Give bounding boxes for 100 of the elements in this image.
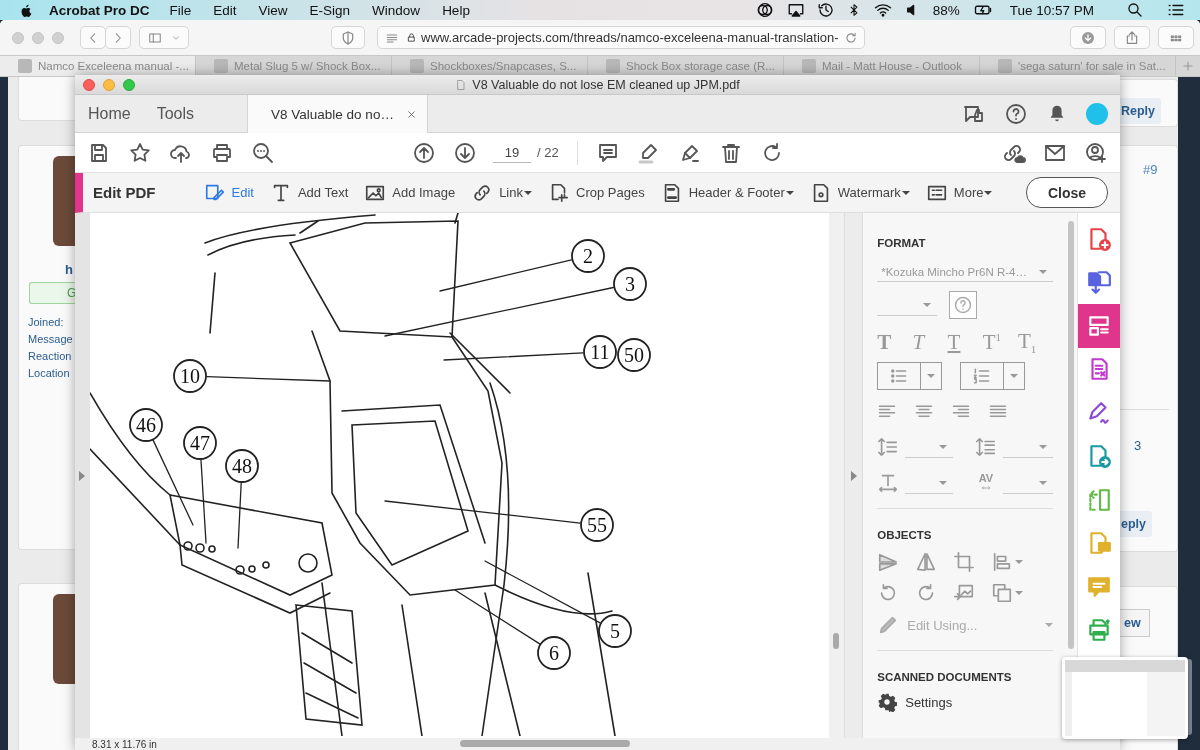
character-spacing-label: AV bbox=[978, 473, 994, 484]
address-bar[interactable]: www.arcade-projects.com/threads/namco-exceleena-manual-translation- bbox=[377, 26, 865, 49]
download-button[interactable] bbox=[1070, 26, 1106, 49]
flip-vertical-icon[interactable] bbox=[877, 551, 900, 574]
reply-button[interactable]: eply bbox=[1120, 511, 1152, 537]
caret-icon bbox=[1039, 270, 1048, 274]
close-tab-icon[interactable] bbox=[405, 108, 417, 120]
menu-clock[interactable]: Tue 10:57 PM bbox=[1009, 2, 1094, 18]
arrange-icon[interactable] bbox=[991, 582, 1014, 605]
edit-tool-button[interactable]: Edit bbox=[203, 181, 254, 204]
gear-icon bbox=[877, 692, 898, 713]
reply-button[interactable]: Reply bbox=[1120, 98, 1162, 124]
expand-icon[interactable] bbox=[79, 470, 86, 481]
scrollbar-thumb[interactable] bbox=[460, 740, 630, 747]
edit-tool-button[interactable]: Add Image bbox=[364, 181, 456, 204]
document-icon bbox=[455, 78, 468, 92]
sidebar-button[interactable] bbox=[139, 26, 189, 49]
paragraph-spacing-icon bbox=[974, 436, 997, 459]
edit-tool-button[interactable]: Watermark bbox=[809, 181, 910, 204]
edit-tool-button[interactable]: Crop Pages bbox=[548, 181, 645, 204]
post-button[interactable]: ew bbox=[1120, 609, 1150, 637]
menu-item[interactable]: Window bbox=[372, 2, 421, 18]
favicon-icon bbox=[18, 59, 32, 73]
page-number-field[interactable]: 19 bbox=[493, 142, 531, 163]
scrollbar-thumb[interactable] bbox=[1068, 221, 1075, 649]
menu-item[interactable]: View bbox=[258, 2, 288, 18]
part-number-callout: 3 bbox=[613, 267, 647, 301]
post-number-link[interactable]: #9 bbox=[1143, 162, 1177, 177]
star-icon[interactable] bbox=[128, 140, 152, 165]
help-icon bbox=[953, 295, 974, 315]
profile-stat-label: Location bbox=[28, 366, 71, 381]
menu-item[interactable]: Edit bbox=[213, 2, 237, 18]
favicon-icon bbox=[214, 59, 228, 73]
close-button[interactable]: Close bbox=[1025, 177, 1108, 208]
screenshot-thumbnail[interactable] bbox=[1062, 657, 1188, 739]
scrollbar-thumb[interactable] bbox=[833, 633, 840, 649]
part-number-callout: 2 bbox=[571, 239, 605, 273]
help-button[interactable] bbox=[949, 291, 978, 319]
clock-icon[interactable] bbox=[816, 1, 835, 19]
menu-item[interactable]: Help bbox=[442, 2, 470, 18]
window-control-button[interactable] bbox=[52, 31, 64, 44]
collapse-icon[interactable] bbox=[850, 470, 857, 481]
share-icon bbox=[1124, 29, 1140, 46]
arrow-up-circle-icon[interactable] bbox=[412, 140, 436, 165]
zoom-window-button[interactable] bbox=[123, 78, 135, 91]
add-user-icon[interactable] bbox=[1084, 140, 1108, 165]
airplay-icon[interactable] bbox=[786, 1, 805, 19]
edit-tool-button[interactable]: Add Text bbox=[269, 181, 349, 204]
favicon-icon bbox=[802, 59, 816, 73]
menu-item[interactable]: E-Sign bbox=[309, 2, 351, 18]
tool-strip-button[interactable] bbox=[1078, 304, 1120, 348]
profile-stat-label: Message bbox=[28, 332, 74, 347]
text-fragment: 3 bbox=[1134, 438, 1143, 453]
wifi-icon[interactable] bbox=[872, 1, 893, 19]
shield-icon bbox=[340, 29, 356, 46]
caret-icon bbox=[1010, 374, 1019, 379]
lock-icon bbox=[406, 32, 417, 43]
page-count: / 22 bbox=[537, 145, 559, 160]
shield-button[interactable] bbox=[331, 26, 365, 49]
reload-icon bbox=[844, 30, 858, 45]
app-tab[interactable]: Tools bbox=[143, 95, 208, 132]
section-heading: OBJECTS bbox=[877, 529, 933, 542]
menu-item[interactable]: File bbox=[169, 2, 192, 18]
numbered-list-button[interactable] bbox=[960, 362, 1026, 391]
caret-icon bbox=[923, 302, 932, 307]
forward-button[interactable] bbox=[105, 26, 131, 49]
bullet-list-button[interactable] bbox=[877, 362, 943, 391]
part-number-callout: 55 bbox=[580, 508, 614, 542]
account-avatar[interactable] bbox=[1086, 102, 1108, 125]
app-tab[interactable]: V8 Valuable do no… bbox=[247, 95, 428, 133]
share-button[interactable] bbox=[1114, 26, 1150, 49]
settings-button[interactable]: Settings bbox=[877, 692, 1054, 713]
caret-icon bbox=[1039, 480, 1048, 485]
caret-icon bbox=[939, 444, 948, 449]
caret-icon bbox=[1045, 623, 1054, 628]
window-control-button[interactable] bbox=[12, 31, 24, 44]
minimize-window-button[interactable] bbox=[103, 78, 115, 91]
profile-stat-label: Reaction bbox=[28, 349, 73, 364]
crop-icon[interactable] bbox=[953, 551, 976, 574]
flip-horizontal-icon[interactable] bbox=[915, 551, 938, 574]
edit-tool-button[interactable]: More bbox=[925, 181, 993, 204]
back-button[interactable] bbox=[80, 26, 106, 49]
edit-tool-button[interactable]: Link bbox=[471, 181, 532, 204]
caret-icon bbox=[785, 190, 794, 195]
arrow-down-circle-icon[interactable] bbox=[453, 140, 477, 165]
section-heading: FORMAT bbox=[877, 237, 927, 249]
tab-overview-button[interactable] bbox=[1158, 26, 1194, 49]
zoom-icon[interactable] bbox=[251, 140, 275, 165]
part-number-callout: 48 bbox=[225, 449, 259, 483]
help-icon[interactable] bbox=[1004, 101, 1028, 126]
edit-tool-button[interactable]: Header & Footer bbox=[660, 181, 794, 204]
part-number-callout: 46 bbox=[129, 408, 163, 442]
horizontal-scale-icon bbox=[877, 472, 900, 495]
app-tab[interactable]: Home bbox=[75, 95, 144, 132]
window-control-button[interactable] bbox=[32, 31, 44, 44]
app-menu[interactable]: Acrobat Pro DC bbox=[49, 2, 150, 18]
close-window-button[interactable] bbox=[83, 78, 95, 91]
username[interactable]: h bbox=[19, 262, 75, 277]
search-icon[interactable] bbox=[1126, 1, 1144, 19]
sidebar-icon bbox=[147, 30, 163, 45]
